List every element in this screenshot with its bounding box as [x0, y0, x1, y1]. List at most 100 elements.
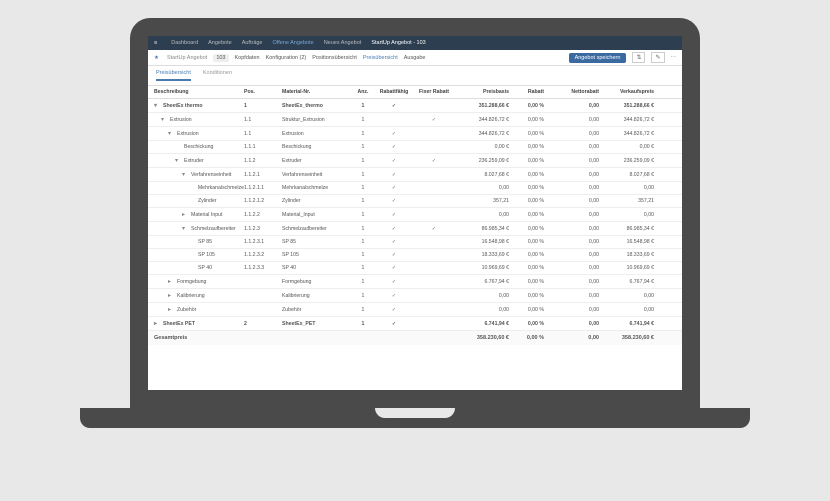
table-row[interactable]: Mehrkanalschmelze1.1.2.1.1Mehrkanalschme… [148, 182, 682, 195]
table-row[interactable]: ▸Material Input1.1.2.2Material_Input1✓0,… [148, 208, 682, 222]
subnav-position[interactable]: Positionsübersicht [312, 55, 357, 61]
nav-offene[interactable]: Offene Angebote [273, 40, 314, 46]
th-mat[interactable]: Material-Nr. [282, 89, 352, 95]
cell-desc: Extruder [184, 158, 204, 164]
th-fix[interactable]: Fixer Rabatt [414, 89, 454, 95]
cell-desc: Formgebung [177, 279, 206, 285]
nav-dashboard[interactable]: Dashboard [171, 40, 198, 46]
tree-toggle-icon[interactable]: ▾ [161, 116, 168, 123]
table-row[interactable]: ▾SheetEx thermo1SheetEx_thermo1✓351.288,… [148, 99, 682, 113]
cell-pos: 1.1.2.3.2 [244, 252, 282, 258]
cell-r2: 0,00 [544, 131, 599, 137]
tab-preisuebersicht[interactable]: Preisübersicht [156, 70, 191, 81]
tree-toggle-icon[interactable]: ▾ [175, 157, 182, 164]
cell-mat: Extrusion [282, 131, 352, 137]
th-desc[interactable]: Beschreibung [154, 89, 244, 95]
nav-neues[interactable]: Neues Angebot [324, 40, 362, 46]
cell-vp: 0,00 € [599, 144, 654, 150]
cell-pos: 1.1.1 [244, 144, 282, 150]
cell-r2: 0,00 [544, 117, 599, 123]
th-pos[interactable]: Pos. [244, 89, 282, 95]
th-r2[interactable]: Nettorabatt [544, 89, 599, 95]
table-row[interactable]: SP 851.1.2.3.1SP 851✓16.548,98 €0,00 %0,… [148, 236, 682, 249]
tree-toggle-icon[interactable]: ▸ [168, 292, 175, 299]
tree-toggle-icon[interactable]: ▾ [154, 102, 161, 109]
table-row[interactable]: ▾Schmelzaufbereiter1.1.2.3Schmelzaufbere… [148, 222, 682, 236]
cell-pb: 344.826,72 € [454, 117, 509, 123]
save-button[interactable]: Angebot speichern [569, 53, 627, 63]
price-table: Beschreibung Pos. Material-Nr. Anz. Raba… [148, 86, 682, 345]
table-row[interactable]: ▸SheetEx PET2SheetEx_PET1✓6.741,94 €0,00… [148, 317, 682, 331]
nav-angebote[interactable]: Angebote [208, 40, 232, 46]
tree-toggle-icon[interactable]: ▾ [168, 130, 175, 137]
th-anz[interactable]: Anz. [352, 89, 374, 95]
table-row[interactable]: ▸ZubehörZubehör1✓0,000,00 %0,000,00 [148, 303, 682, 317]
table-row[interactable]: Beschickung1.1.1Beschickung1✓0,00 €0,00 … [148, 141, 682, 154]
cell-anz: 1 [352, 212, 374, 218]
subnav-ausgabe[interactable]: Ausgabe [404, 55, 426, 61]
tool-icon-1[interactable]: ⇅ [632, 52, 645, 63]
cell-mat: Extruder [282, 158, 352, 164]
cell-desc: Extrusion [170, 117, 192, 123]
tree-toggle-icon[interactable]: ▾ [182, 225, 189, 232]
cell-anz: 1 [352, 185, 374, 191]
menu-icon[interactable]: ≡ [154, 40, 157, 46]
subnav-preis[interactable]: Preisübersicht [363, 55, 398, 61]
total-row: Gesamtpreis 358.230,60 € 0,00 % 0,00 358… [148, 331, 682, 345]
tree-toggle-icon[interactable]: ▸ [168, 278, 175, 285]
table-row[interactable]: ▸FormgebungFormgebung1✓6.767,94 €0,00 %0… [148, 275, 682, 289]
cell-fix: ✓ [414, 117, 454, 123]
table-row[interactable]: ▾Extrusion1.1Extrusion1✓344.826,72 €0,00… [148, 127, 682, 141]
cell-pb: 357,21 [454, 198, 509, 204]
tool-icon-2[interactable]: ✎ [651, 52, 664, 63]
cell-mat: Beschickung [282, 144, 352, 150]
cell-r2: 0,00 [544, 239, 599, 245]
cell-r1: 0,00 % [509, 293, 544, 299]
more-icon[interactable]: ⋯ [671, 55, 677, 61]
cell-anz: 1 [352, 172, 374, 178]
star-icon[interactable]: ★ [154, 55, 159, 61]
table-row[interactable]: SP 1051.1.2.3.2SP 1051✓18.333,69 €0,00 %… [148, 249, 682, 262]
tree-toggle-icon[interactable]: ▸ [168, 306, 175, 313]
th-pb[interactable]: Preisbasis [454, 89, 509, 95]
cell-mat: Mehrkanalschmelze [282, 185, 352, 191]
th-rab[interactable]: Rabattfähig [374, 89, 414, 95]
cell-r1: 0,00 % [509, 131, 544, 137]
th-r1[interactable]: Rabatt [509, 89, 544, 95]
total-r2: 0,00 [544, 335, 599, 341]
cell-mat: Kalibrierung [282, 293, 352, 299]
cell-rabatt: ✓ [374, 265, 414, 271]
nav-current[interactable]: StartUp Angebot - 103 [371, 40, 425, 46]
cell-pos: 1.1.2.1.2 [244, 198, 282, 204]
tree-toggle-icon[interactable]: ▸ [154, 320, 161, 327]
cell-vp: 8.027,68 € [599, 172, 654, 178]
subnav-konfig[interactable]: Konfiguration (2) [266, 55, 307, 61]
table-row[interactable]: Zylinder1.1.2.1.2Zylinder1✓357,210,00 %0… [148, 195, 682, 208]
cell-pb: 6.741,94 € [454, 321, 509, 327]
cell-vp: 236.259,09 € [599, 158, 654, 164]
table-row[interactable]: ▾Extrusion1.1Struktur_Extrusion1✓344.826… [148, 113, 682, 127]
subnav-kopfdaten[interactable]: Kopfdaten [235, 55, 260, 61]
cell-r2: 0,00 [544, 144, 599, 150]
th-vp[interactable]: Verkaufspreis [599, 89, 654, 95]
cell-r1: 0,00 % [509, 158, 544, 164]
cell-vp: 344.826,72 € [599, 131, 654, 137]
cell-anz: 1 [352, 158, 374, 164]
nav-auftraege[interactable]: Aufträge [242, 40, 263, 46]
cell-rabatt: ✓ [374, 103, 414, 109]
tree-toggle-icon[interactable]: ▸ [182, 211, 189, 218]
table-row[interactable]: ▸KalibrierungKalibrierung1✓0,000,00 %0,0… [148, 289, 682, 303]
cell-mat: SP 105 [282, 252, 352, 258]
laptop-base [80, 408, 750, 428]
laptop-frame: ≡ Dashboard Angebote Aufträge Offene Ang… [130, 18, 700, 483]
cell-desc: Beschickung [184, 144, 213, 150]
tree-toggle-icon[interactable]: ▾ [182, 171, 189, 178]
tab-konditionen[interactable]: Konditionen [203, 70, 232, 81]
table-row[interactable]: SP 401.1.2.3.3SP 401✓10.969,69 €0,00 %0,… [148, 262, 682, 275]
cell-mat: SheetEx_PET [282, 321, 352, 327]
table-row[interactable]: ▾Verfahrenseinheit1.1.2.1Verfahrenseinhe… [148, 168, 682, 182]
table-row[interactable]: ▾Extruder1.1.2Extruder1✓✓236.259,09 €0,0… [148, 154, 682, 168]
cell-vp: 16.548,98 € [599, 239, 654, 245]
cell-vp: 357,21 [599, 198, 654, 204]
cell-rabatt: ✓ [374, 321, 414, 327]
